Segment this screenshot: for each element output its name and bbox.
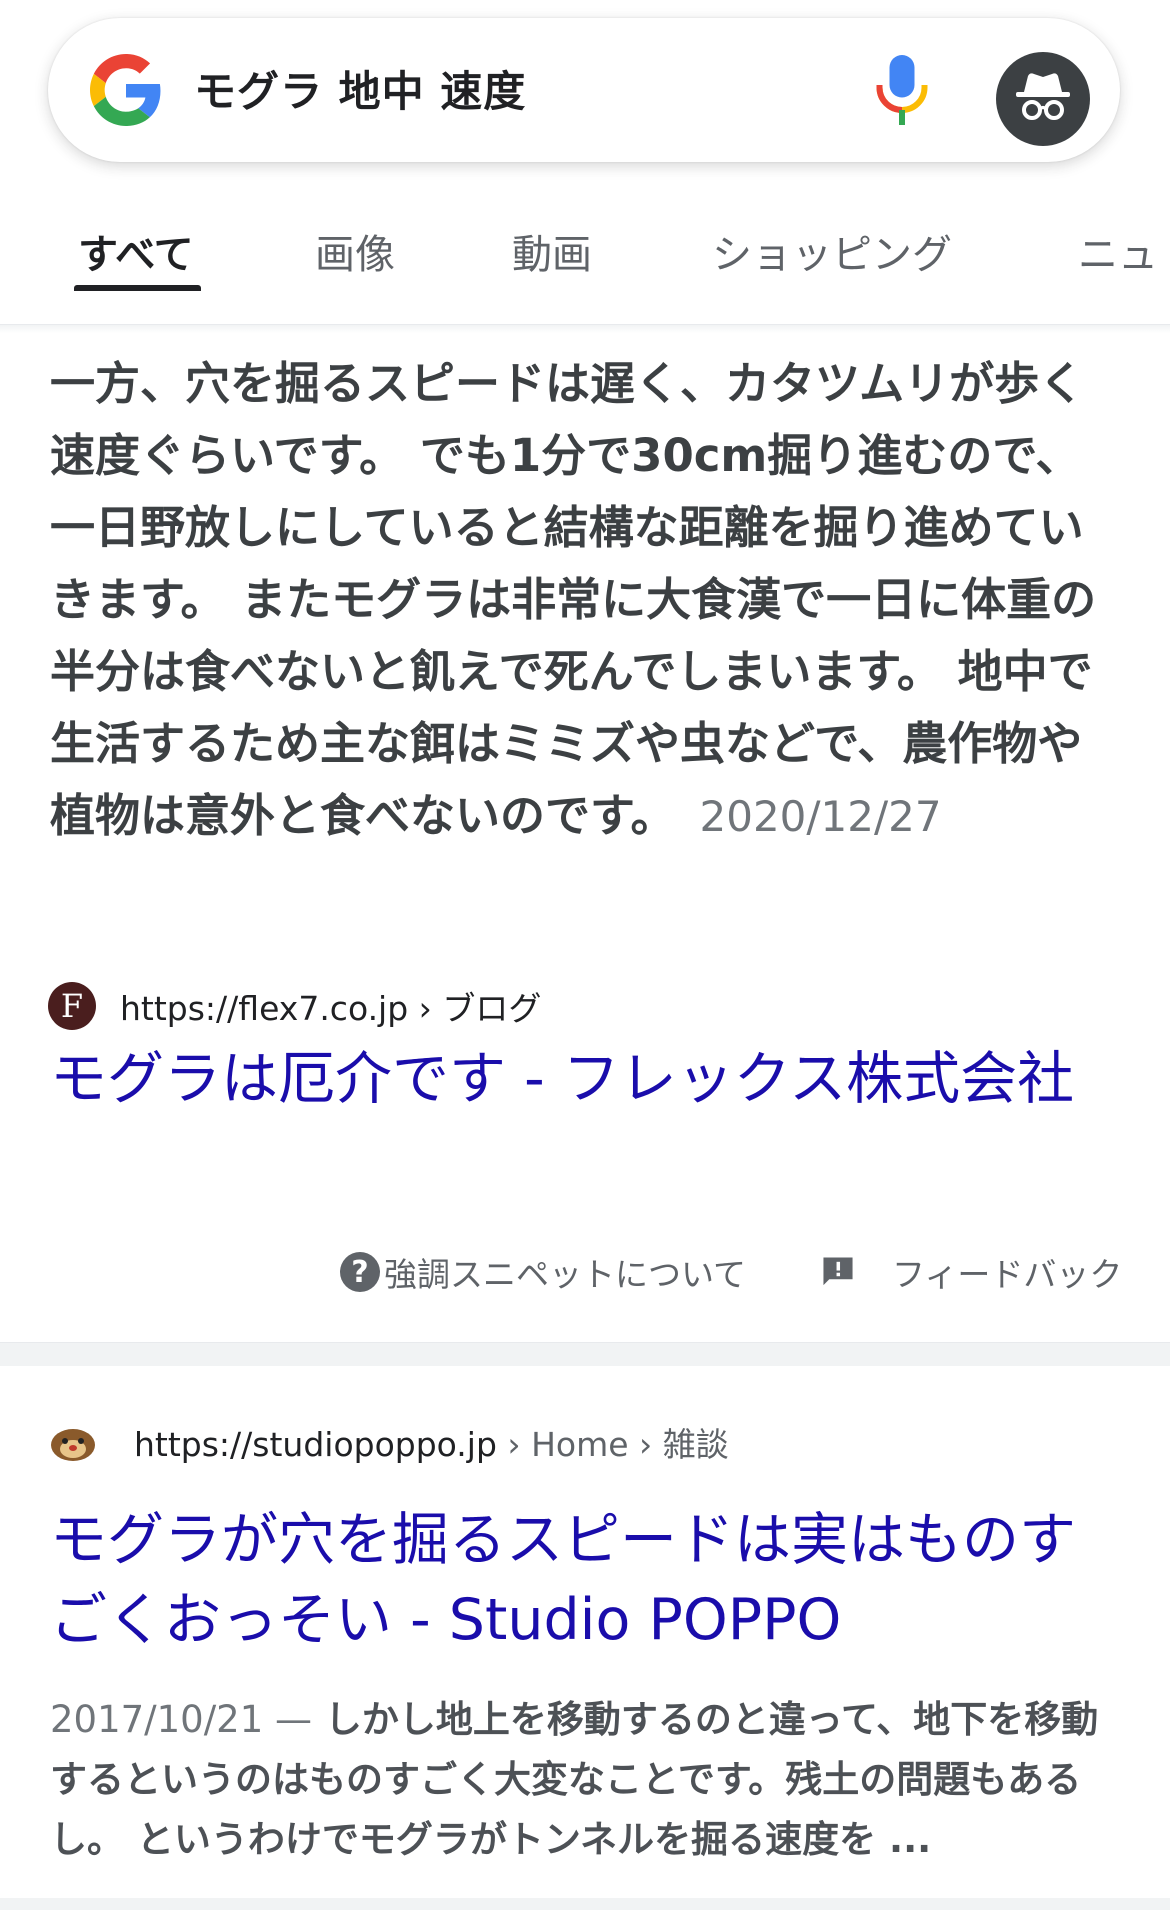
about-featured-snippets-link[interactable]: ? 強調スニペットについて (340, 1248, 746, 1296)
tab-news[interactable]: ニュ (1078, 222, 1158, 280)
tab-all[interactable]: すべて (78, 222, 194, 280)
result2-url: https://studiopoppo.jp › Home › 雑談 (134, 1418, 729, 1466)
microphone-icon[interactable] (872, 52, 932, 128)
tab-images[interactable]: 画像 (315, 222, 395, 280)
result2-date: 2017/10/21 — (50, 1698, 313, 1741)
snippet-body: 一方、穴を掘るスピードは遅く、カタツムリが歩く速度ぐらいです。 でも1分で30c… (50, 357, 1097, 842)
result2-title-link[interactable]: モグラが穴を掘るスピードは実はものすごくおっそい - Studio POPPO (50, 1500, 1110, 1660)
google-logo-icon (90, 54, 161, 126)
result2-snippet: 2017/10/21 — しかし地上を移動するのと違って、地下を移動するというの… (50, 1690, 1130, 1870)
result-url: https://flex7.co.jp › ブログ (120, 982, 541, 1030)
tabs-shadow (0, 325, 1170, 333)
snippet-date: 2020/12/27 (699, 792, 942, 841)
feedback-link[interactable]: フィードバック (820, 1248, 1122, 1296)
result-source[interactable]: F https://flex7.co.jp › ブログ (48, 980, 541, 1032)
result-url-domain: https://flex7.co.jp (120, 989, 409, 1028)
result2-url-domain: https://studiopoppo.jp (134, 1425, 497, 1464)
result-separator (0, 1342, 1170, 1366)
active-tab-indicator (74, 285, 201, 291)
incognito-avatar-icon[interactable] (996, 52, 1090, 146)
flex7-favicon-icon: F (48, 982, 96, 1030)
feedback-label: フィードバック (892, 1255, 1123, 1294)
result-title-link[interactable]: モグラは厄介です - フレックス株式会社 (50, 1040, 1100, 1118)
search-bar[interactable]: モグラ 地中 速度 (48, 18, 1120, 162)
result2-url-breadcrumb: › Home › 雑談 (496, 1425, 729, 1464)
tab-videos[interactable]: 動画 (512, 222, 592, 280)
bottom-separator (0, 1898, 1170, 1910)
tab-shopping[interactable]: ショッピング (712, 222, 952, 280)
feedback-icon (823, 1257, 853, 1286)
featured-snippet-text: 一方、穴を掘るスピードは遅く、カタツムリが歩く速度ぐらいです。 でも1分で30c… (50, 348, 1125, 853)
result2-source[interactable]: https://studiopoppo.jp › Home › 雑談 (48, 1412, 729, 1472)
search-query-text[interactable]: モグラ 地中 速度 (194, 58, 526, 119)
result-url-breadcrumb: › ブログ (418, 989, 542, 1028)
about-label: 強調スニペットについて (384, 1255, 747, 1294)
studiopoppo-favicon-icon (51, 1429, 95, 1461)
search-tabs: すべて 画像 動画 ショッピング ニュ (0, 200, 1170, 325)
help-icon: ? (340, 1252, 380, 1292)
